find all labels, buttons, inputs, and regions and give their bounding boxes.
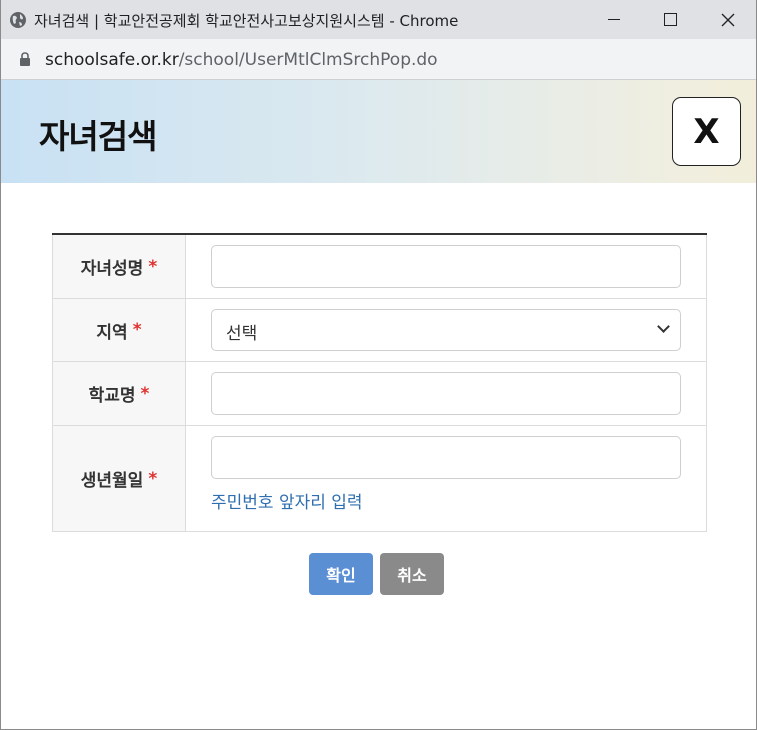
birth-date-hint: 주민번호 앞자리 입력 <box>211 493 363 513</box>
form-row-child-name: 자녀성명 * <box>52 235 707 299</box>
title-bar: 자녀검색 | 학교안전공제회 학교안전사고보상지원시스템 - Chrome <box>1 0 756 39</box>
minimize-icon <box>608 19 620 20</box>
popup-header: 자녀검색 X <box>1 80 756 183</box>
form-row-region: 지역 * 선택 <box>52 299 707 362</box>
chevron-down-icon <box>657 320 670 333</box>
maximize-button[interactable] <box>642 0 698 39</box>
browser-window: 자녀검색 | 학교안전공제회 학교안전사고보상지원시스템 - Chrome sc… <box>0 0 757 730</box>
required-mark: * <box>140 383 150 404</box>
popup-title: 자녀검색 <box>39 117 157 156</box>
window-close-button[interactable] <box>700 0 756 39</box>
minimize-button[interactable] <box>586 0 642 39</box>
school-name-input[interactable] <box>211 372 681 415</box>
globe-icon <box>10 12 26 28</box>
confirm-button[interactable]: 확인 <box>309 553 373 595</box>
search-form: 자녀성명 * 지역 * 선택 학교명 * 생년월일 * 주민번호 앞자리 입력 <box>52 233 707 532</box>
label-region: 지역 * <box>52 299 186 361</box>
address-bar[interactable]: schoolsafe.or.kr/school/UserMtlClmSrchPo… <box>1 39 756 80</box>
required-mark: * <box>148 256 158 277</box>
region-select[interactable]: 선택 <box>211 309 681 351</box>
popup-close-button[interactable]: X <box>672 97 741 166</box>
window-title: 자녀검색 | 학교안전공제회 학교안전사고보상지원시스템 - Chrome <box>34 12 459 30</box>
required-mark: * <box>132 320 142 340</box>
maximize-icon <box>663 13 677 26</box>
label-school-name: 학교명 * <box>52 362 186 425</box>
cancel-button[interactable]: 취소 <box>380 553 444 595</box>
url-path: /school/UserMtlClmSrchPop.do <box>178 50 438 70</box>
label-child-name: 자녀성명 * <box>52 235 186 298</box>
label-birth-date: 생년월일 * <box>52 426 186 531</box>
lock-icon <box>20 52 30 66</box>
form-row-birth-date: 생년월일 * 주민번호 앞자리 입력 <box>52 426 707 532</box>
birth-date-input[interactable] <box>211 436 681 479</box>
form-row-school-name: 학교명 * <box>52 362 707 426</box>
close-icon <box>721 13 735 26</box>
url-host: schoolsafe.or.kr <box>45 50 179 70</box>
child-name-input[interactable] <box>211 245 681 288</box>
required-mark: * <box>148 468 158 489</box>
region-select-value: 선택 <box>226 324 258 344</box>
url-text[interactable]: schoolsafe.or.kr/school/UserMtlClmSrchPo… <box>45 50 438 70</box>
